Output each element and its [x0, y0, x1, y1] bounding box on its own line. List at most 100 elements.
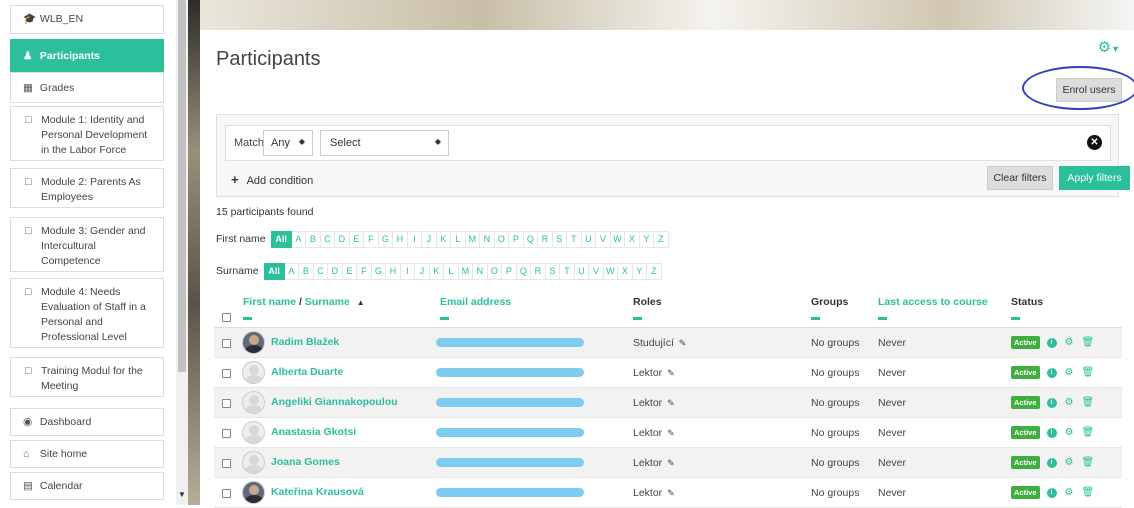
initial-letter-button[interactable]: S [545, 262, 561, 280]
sidebar-item-module2[interactable]: □ Module 2: Parents As Employees [10, 168, 164, 208]
gear-icon[interactable]: ⚙ [1065, 457, 1074, 468]
participant-name-link[interactable]: Radim Blažek [271, 336, 339, 348]
clear-filters-button[interactable]: Clear filters [987, 166, 1053, 190]
initial-letter-button[interactable]: J [415, 262, 430, 280]
initial-letter-button[interactable]: D [328, 262, 343, 280]
sidebar-item-training[interactable]: □ Training Modul for the Meeting [10, 357, 164, 397]
initial-letter-button[interactable]: K [436, 230, 452, 248]
sort-last-access-link[interactable]: Last access to course [878, 296, 988, 308]
initial-letter-button[interactable]: X [618, 262, 633, 280]
sidebar-item-module3[interactable]: □ Module 3: Gender and Intercultural Com… [10, 217, 164, 272]
sidebar-item-dashboard[interactable]: ◉ Dashboard [10, 408, 164, 436]
pencil-icon[interactable]: ✎ [667, 428, 675, 438]
apply-filters-button[interactable]: Apply filters [1059, 166, 1130, 190]
row-select-checkbox[interactable] [222, 459, 231, 468]
remove-filter-icon[interactable]: ✕ [1087, 135, 1102, 150]
avatar[interactable] [242, 331, 265, 354]
initial-letter-button[interactable]: C [320, 230, 336, 248]
trash-icon[interactable]: 🗑 [1081, 367, 1094, 378]
sort-surname-link[interactable]: Surname [305, 296, 350, 308]
initial-letter-button[interactable]: N [480, 230, 495, 248]
initial-letter-button[interactable]: K [429, 262, 445, 280]
initial-letter-button[interactable]: N [473, 262, 488, 280]
initial-letter-button[interactable]: O [487, 262, 503, 280]
trash-icon[interactable]: 🗑 [1081, 337, 1094, 348]
initial-letter-button[interactable]: B [306, 230, 321, 248]
initial-letter-button[interactable]: H [386, 262, 401, 280]
sidebar-item-course[interactable]: 🎓 WLB_EN [10, 5, 164, 34]
initial-letter-button[interactable]: Z [647, 262, 662, 280]
info-icon[interactable]: i [1046, 487, 1057, 498]
participant-name-link[interactable]: Kateřina Krausová [271, 486, 364, 498]
initial-letter-button[interactable]: U [581, 230, 597, 248]
initial-letter-button[interactable]: V [589, 262, 604, 280]
pencil-icon[interactable]: ✎ [667, 458, 675, 468]
trash-icon[interactable]: 🗑 [1081, 487, 1094, 498]
sort-first-name-link[interactable]: First name [243, 296, 296, 308]
initial-letter-button[interactable]: R [531, 262, 546, 280]
initial-letter-button[interactable]: O [494, 230, 510, 248]
initial-letter-button[interactable]: Z [654, 230, 669, 248]
select-all-checkbox[interactable] [222, 313, 231, 322]
sidebar-scrollbar-thumb[interactable] [178, 0, 186, 372]
avatar[interactable] [242, 451, 265, 474]
initial-letter-button[interactable]: I [407, 230, 423, 248]
gear-icon[interactable]: ⚙ [1065, 397, 1074, 408]
info-icon[interactable]: i [1046, 337, 1057, 348]
sidebar-item-module1[interactable]: □ Module 1: Identity and Personal Develo… [10, 106, 164, 161]
initial-all-button[interactable]: All [270, 230, 292, 248]
initial-letter-button[interactable]: F [364, 230, 379, 248]
pencil-icon[interactable]: ✎ [679, 338, 687, 348]
initial-letter-button[interactable]: V [596, 230, 611, 248]
add-condition-button[interactable]: + Add condition [231, 172, 313, 187]
row-select-checkbox[interactable] [222, 399, 231, 408]
pencil-icon[interactable]: ✎ [667, 368, 675, 378]
row-select-checkbox[interactable] [222, 429, 231, 438]
initial-letter-button[interactable]: R [538, 230, 553, 248]
initial-letter-button[interactable]: C [313, 262, 329, 280]
initial-letter-button[interactable]: X [625, 230, 640, 248]
initial-letter-button[interactable]: H [393, 230, 408, 248]
trash-icon[interactable]: 🗑 [1081, 397, 1094, 408]
sidebar-item-participants[interactable]: ♟ Participants [10, 39, 164, 72]
sidebar-item-grades[interactable]: ▦ Grades [10, 72, 164, 103]
row-select-checkbox[interactable] [222, 369, 231, 378]
collapse-column-icon[interactable] [1011, 317, 1020, 320]
initial-letter-button[interactable]: J [422, 230, 437, 248]
initial-letter-button[interactable]: F [357, 262, 372, 280]
initial-letter-button[interactable]: P [509, 230, 524, 248]
initial-letter-button[interactable]: A [291, 230, 307, 248]
initial-letter-button[interactable]: D [335, 230, 350, 248]
avatar[interactable] [242, 481, 265, 504]
initial-letter-button[interactable]: Q [523, 230, 539, 248]
scroll-down-arrow-icon[interactable]: ▼ [176, 490, 188, 502]
info-icon[interactable]: i [1046, 427, 1057, 438]
collapse-column-icon[interactable] [878, 317, 887, 320]
participant-name-link[interactable]: Angeliki Giannakopoulou [271, 396, 398, 408]
initial-letter-button[interactable]: I [400, 262, 416, 280]
match-select[interactable]: Any ◆ [263, 130, 313, 156]
initial-letter-button[interactable]: U [574, 262, 590, 280]
info-icon[interactable]: i [1046, 457, 1057, 468]
initial-letter-button[interactable]: Y [639, 230, 655, 248]
gear-icon[interactable]: ⚙ [1065, 367, 1074, 378]
collapse-column-icon[interactable] [243, 317, 252, 320]
initial-letter-button[interactable]: E [349, 230, 365, 248]
pencil-icon[interactable]: ✎ [667, 398, 675, 408]
initial-letter-button[interactable]: S [552, 230, 568, 248]
filter-type-select[interactable]: Select ◆ [320, 130, 449, 156]
avatar[interactable] [242, 361, 265, 384]
trash-icon[interactable]: 🗑 [1081, 427, 1094, 438]
initial-letter-button[interactable]: Y [632, 262, 648, 280]
initial-letter-button[interactable]: M [465, 230, 481, 248]
initial-letter-button[interactable]: Q [516, 262, 532, 280]
initial-letter-button[interactable]: B [299, 262, 314, 280]
initial-letter-button[interactable]: G [378, 230, 394, 248]
settings-menu-button[interactable]: ⚙▼ [1098, 38, 1120, 56]
enrol-users-button[interactable]: Enrol users [1056, 78, 1122, 102]
initial-letter-button[interactable]: M [458, 262, 474, 280]
initial-letter-button[interactable]: A [284, 262, 300, 280]
sidebar-item-calendar[interactable]: ▤ Calendar [10, 472, 164, 500]
initial-letter-button[interactable]: W [610, 230, 626, 248]
initial-all-button[interactable]: All [263, 262, 285, 280]
